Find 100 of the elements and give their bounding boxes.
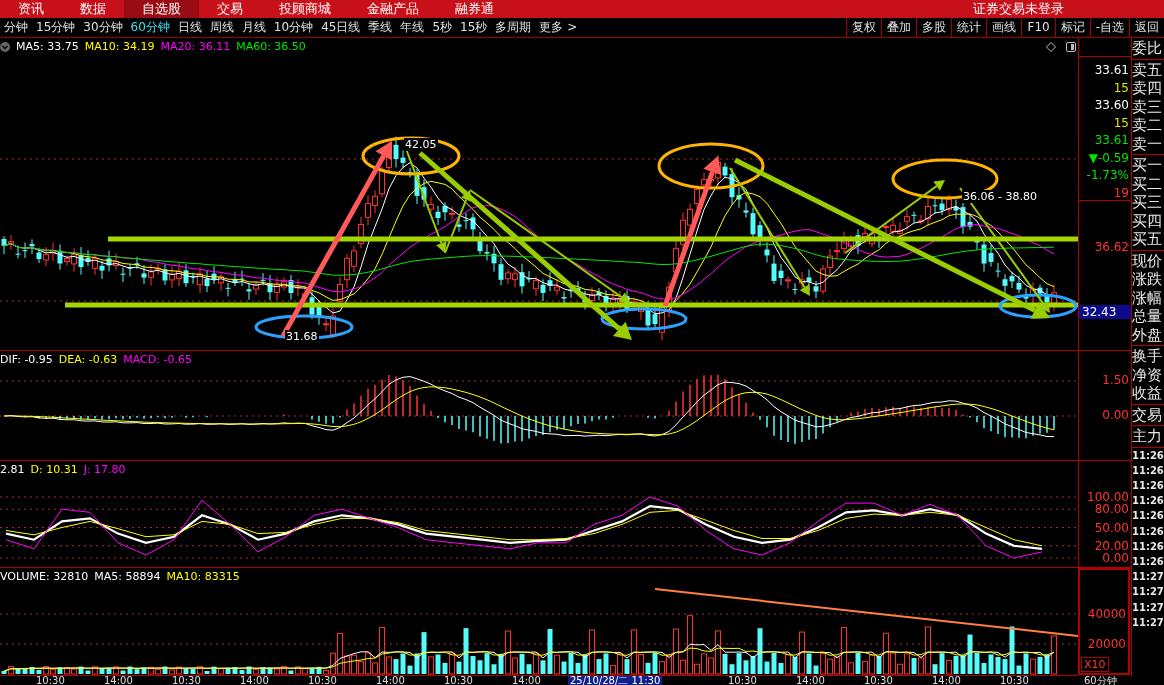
axis-label: 80.00 xyxy=(1094,502,1129,517)
period-label: 60分钟 xyxy=(1084,676,1117,685)
field-label: 卖五 xyxy=(1132,60,1163,79)
period-tab[interactable]: 日线 xyxy=(173,19,206,36)
quote-value: -1.73% xyxy=(1086,167,1129,184)
field-label: 总量 xyxy=(1132,307,1163,326)
quote-value: 33.61 xyxy=(1094,132,1129,149)
period-tab[interactable]: 季线 xyxy=(364,19,397,36)
period-tab[interactable]: 45日线 xyxy=(317,19,365,36)
period-tab[interactable]: 10分钟 xyxy=(269,19,318,36)
time-label: 10:30 xyxy=(864,676,893,685)
trade-time: 11:26 xyxy=(1132,509,1164,524)
time-label: 10:30 xyxy=(172,676,201,685)
more-menu[interactable]: 更多 > xyxy=(535,19,582,36)
field-label: 卖一 xyxy=(1132,134,1163,153)
range-label: 36.06 - 38.80 xyxy=(962,190,1038,203)
field-label: 涨跌 xyxy=(1132,270,1163,289)
axis-label: 40000 xyxy=(1087,607,1126,621)
login-status: 证券交易未登录 xyxy=(973,0,1064,18)
menu-tab[interactable]: 金融产品 xyxy=(349,0,437,18)
legend-value: D: 10.31 xyxy=(30,463,78,476)
menu-tab[interactable]: 资讯 xyxy=(0,0,62,18)
low-price-label: 31.68 xyxy=(285,330,319,343)
menu-tab[interactable]: 交易 xyxy=(199,0,261,18)
field-label: 涨幅 xyxy=(1132,288,1163,307)
axis-label: 100.00 xyxy=(1087,490,1129,504)
quote-value: 15 xyxy=(1113,114,1129,132)
time-label: 10:30 xyxy=(728,676,757,685)
period-tab[interactable]: 分钟 xyxy=(0,19,32,36)
panel-toggle-icon[interactable] xyxy=(1066,42,1076,52)
trade-time: 11:27 xyxy=(1132,585,1164,600)
axis-label: 20000 xyxy=(1087,637,1126,651)
quote-value: 19 xyxy=(1113,184,1129,202)
trade-time: 11:26 xyxy=(1132,478,1164,493)
period-tab[interactable]: 月线 xyxy=(237,19,270,36)
legend-value: MA10: 34.19 xyxy=(84,40,155,53)
legend-value: MA10: 83315 xyxy=(166,570,240,583)
field-label: 买四 xyxy=(1132,211,1163,230)
trade-time: 11:26 xyxy=(1132,494,1164,509)
field-label: 买三 xyxy=(1132,193,1163,212)
field-label: 买一 xyxy=(1132,156,1163,175)
time-label: 10:30 xyxy=(444,676,473,685)
cursor-price-label: 32.43 xyxy=(1079,305,1131,319)
price-level-label: 36.62 xyxy=(1094,240,1129,254)
time-label: 14:00 xyxy=(932,676,961,685)
trade-time: 11:26 xyxy=(1132,448,1164,463)
menu-tab[interactable]: 投顾商城 xyxy=(261,0,349,18)
time-label: 10:30 xyxy=(36,676,65,685)
field-label: 净资 xyxy=(1132,365,1163,384)
trade-time: 11:26 xyxy=(1132,554,1164,569)
collapse-icon[interactable] xyxy=(0,41,10,52)
field-label: 换手 xyxy=(1132,347,1163,366)
menu-tab[interactable]: 融券通 xyxy=(437,0,512,18)
trade-time: 11:27 xyxy=(1132,570,1164,585)
trade-time: 11:26 xyxy=(1132,463,1164,478)
legend-value: DEA: -0.63 xyxy=(58,353,118,366)
field-label: 主力 xyxy=(1132,427,1163,446)
legend-value: MA5: 33.75 xyxy=(16,40,79,53)
quote-value: 15 xyxy=(1113,79,1129,97)
period-tab[interactable]: 60分钟 xyxy=(126,19,174,36)
time-label: 10:30 xyxy=(1000,676,1029,685)
trade-time: 11:27 xyxy=(1132,600,1164,615)
legend-value: VOLUME: 32810 xyxy=(0,570,89,583)
legend-value: MA60: 36.50 xyxy=(236,40,306,53)
field-label: 委比 xyxy=(1132,39,1163,58)
period-tab[interactable]: 多周期 xyxy=(491,19,536,36)
trade-time: 11:27 xyxy=(1132,615,1164,630)
quote-value: 33.60 xyxy=(1094,97,1129,114)
period-tab[interactable]: 30分钟 xyxy=(79,19,127,36)
legend-value: J: 17.80 xyxy=(83,463,126,476)
menu-tab[interactable]: 自选股 xyxy=(124,0,199,18)
diamond-icon[interactable] xyxy=(1046,42,1056,52)
time-label: 14:00 xyxy=(104,676,133,685)
menu-tab[interactable]: 数据 xyxy=(62,0,124,18)
field-label: 买五 xyxy=(1132,230,1163,249)
quote-value: 33.61 xyxy=(1094,62,1129,79)
period-tab[interactable]: 周线 xyxy=(205,19,238,36)
high-price-label: 42.05 xyxy=(404,138,438,151)
legend-value: MA5: 58894 xyxy=(94,570,161,583)
period-tab[interactable]: 5秒 xyxy=(428,19,457,36)
time-label: 14:00 xyxy=(376,676,405,685)
field-label: 收益 xyxy=(1132,384,1163,403)
axis-label: 0.00 xyxy=(1102,408,1129,422)
legend-value: MA20: 36.11 xyxy=(160,40,231,53)
legend-value: 2.81 xyxy=(0,463,25,476)
quote-value: ▼-0.59 xyxy=(1088,149,1129,167)
legend-value: MACD: -0.65 xyxy=(123,353,192,366)
period-tab[interactable]: 年线 xyxy=(396,19,429,36)
axis-label: 1.50 xyxy=(1102,373,1129,387)
field-label: 卖二 xyxy=(1132,116,1163,135)
period-tab[interactable]: 15分钟 xyxy=(32,19,80,36)
cursor-time-label: 25/10/28/二 11:30 xyxy=(568,676,663,685)
field-label: 交易 xyxy=(1132,405,1163,424)
time-label: 14:00 xyxy=(796,676,825,685)
time-label: 14:00 xyxy=(240,676,269,685)
trade-time: 11:26 xyxy=(1132,539,1164,554)
field-label: 现价 xyxy=(1132,251,1163,270)
legend-value: DIF: -0.95 xyxy=(0,353,53,366)
axis-label: 0.00 xyxy=(1102,551,1129,565)
period-tab[interactable]: 15秒 xyxy=(456,19,492,36)
